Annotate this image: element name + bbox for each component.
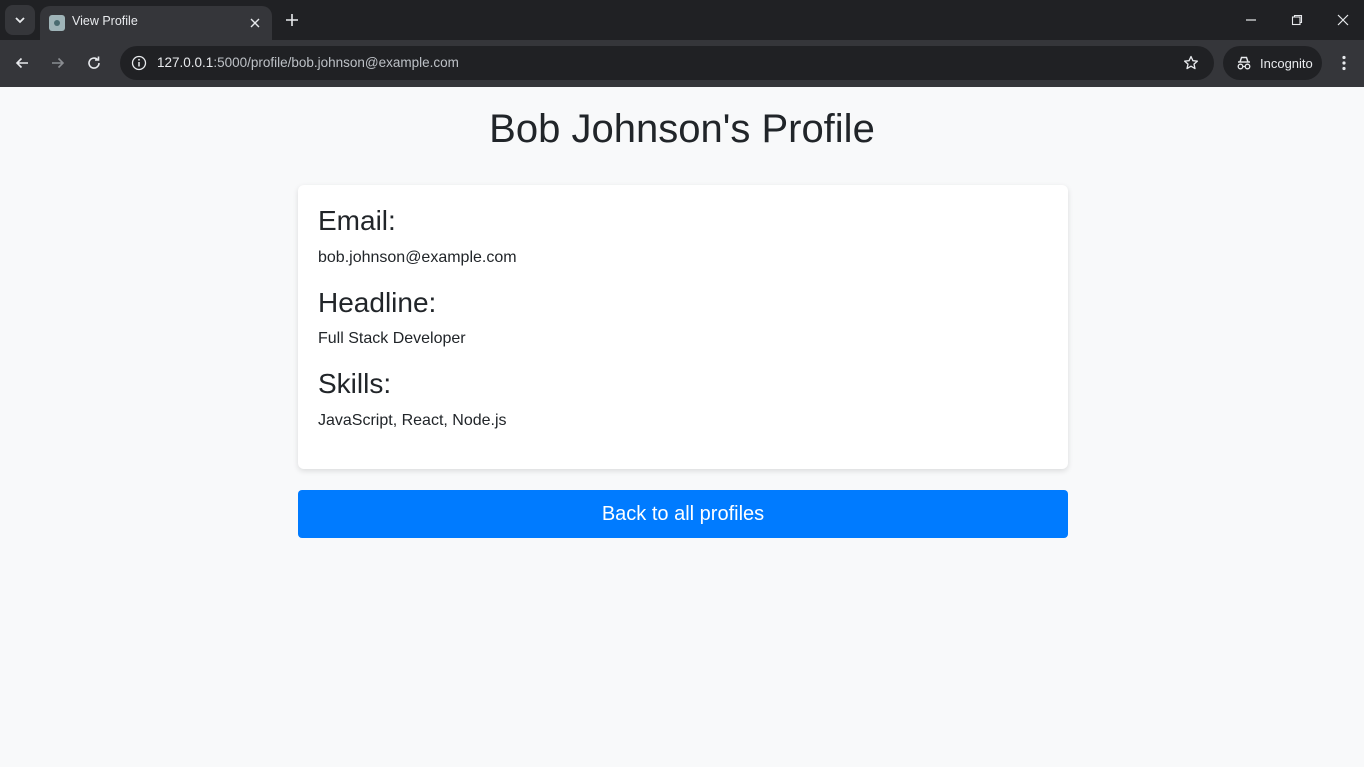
info-icon [131,55,147,71]
back-nav-button[interactable] [7,48,37,78]
new-tab-button[interactable] [280,8,304,32]
email-label: Email: [318,205,396,236]
tab-strip: View Profile [0,0,1364,40]
back-to-all-profiles-button[interactable]: Back to all profiles [298,490,1068,538]
restore-icon [1291,14,1303,26]
headline-label: Headline: [318,287,437,318]
plus-icon [286,14,298,26]
skills-value: JavaScript, React, Node.js [318,412,507,429]
bookmark-button[interactable] [1180,52,1202,74]
minimize-icon [1246,19,1256,21]
url-host: 127.0.0.1 [157,55,214,70]
kebab-menu-icon [1342,55,1346,71]
url-path: :5000/profile/bob.johnson@example.com [213,55,459,70]
incognito-icon [1237,56,1251,70]
reload-button[interactable] [79,48,109,78]
tab-title: View Profile [72,14,138,28]
reload-icon [88,56,100,69]
forward-nav-button[interactable] [43,48,73,78]
incognito-indicator[interactable]: Incognito [1223,46,1322,80]
page-title: Bob Johnson's Profile [489,107,875,151]
star-icon [1183,55,1199,70]
url-text: 127.0.0.1:5000/profile/bob.johnson@examp… [157,55,459,70]
browser-menu-button[interactable] [1331,48,1357,78]
arrow-left-icon [15,57,28,69]
chevron-down-icon [15,17,25,24]
headline-value: Full Stack Developer [318,330,466,347]
address-bar[interactable]: 127.0.0.1:5000/profile/bob.johnson@examp… [120,46,1214,80]
restore-button[interactable] [1282,6,1312,34]
tab-close-button[interactable] [246,14,264,32]
profile-card: Email: bob.johnson@example.com Headline:… [298,185,1068,469]
site-info-button[interactable] [126,50,152,76]
close-icon [250,18,260,28]
minimize-button[interactable] [1236,6,1266,34]
skills-label: Skills: [318,368,392,399]
arrow-right-icon [52,57,65,69]
tab-view-profile[interactable]: View Profile [40,6,272,40]
browser-toolbar: 127.0.0.1:5000/profile/bob.johnson@examp… [0,40,1364,87]
favicon-icon [49,15,65,31]
email-value: bob.johnson@example.com [318,249,517,266]
close-window-button[interactable] [1328,6,1358,34]
page-content: Bob Johnson's Profile Email: bob.johnson… [0,87,1364,767]
incognito-label: Incognito [1260,55,1313,71]
close-icon [1337,14,1349,26]
tab-search-button[interactable] [5,5,35,35]
